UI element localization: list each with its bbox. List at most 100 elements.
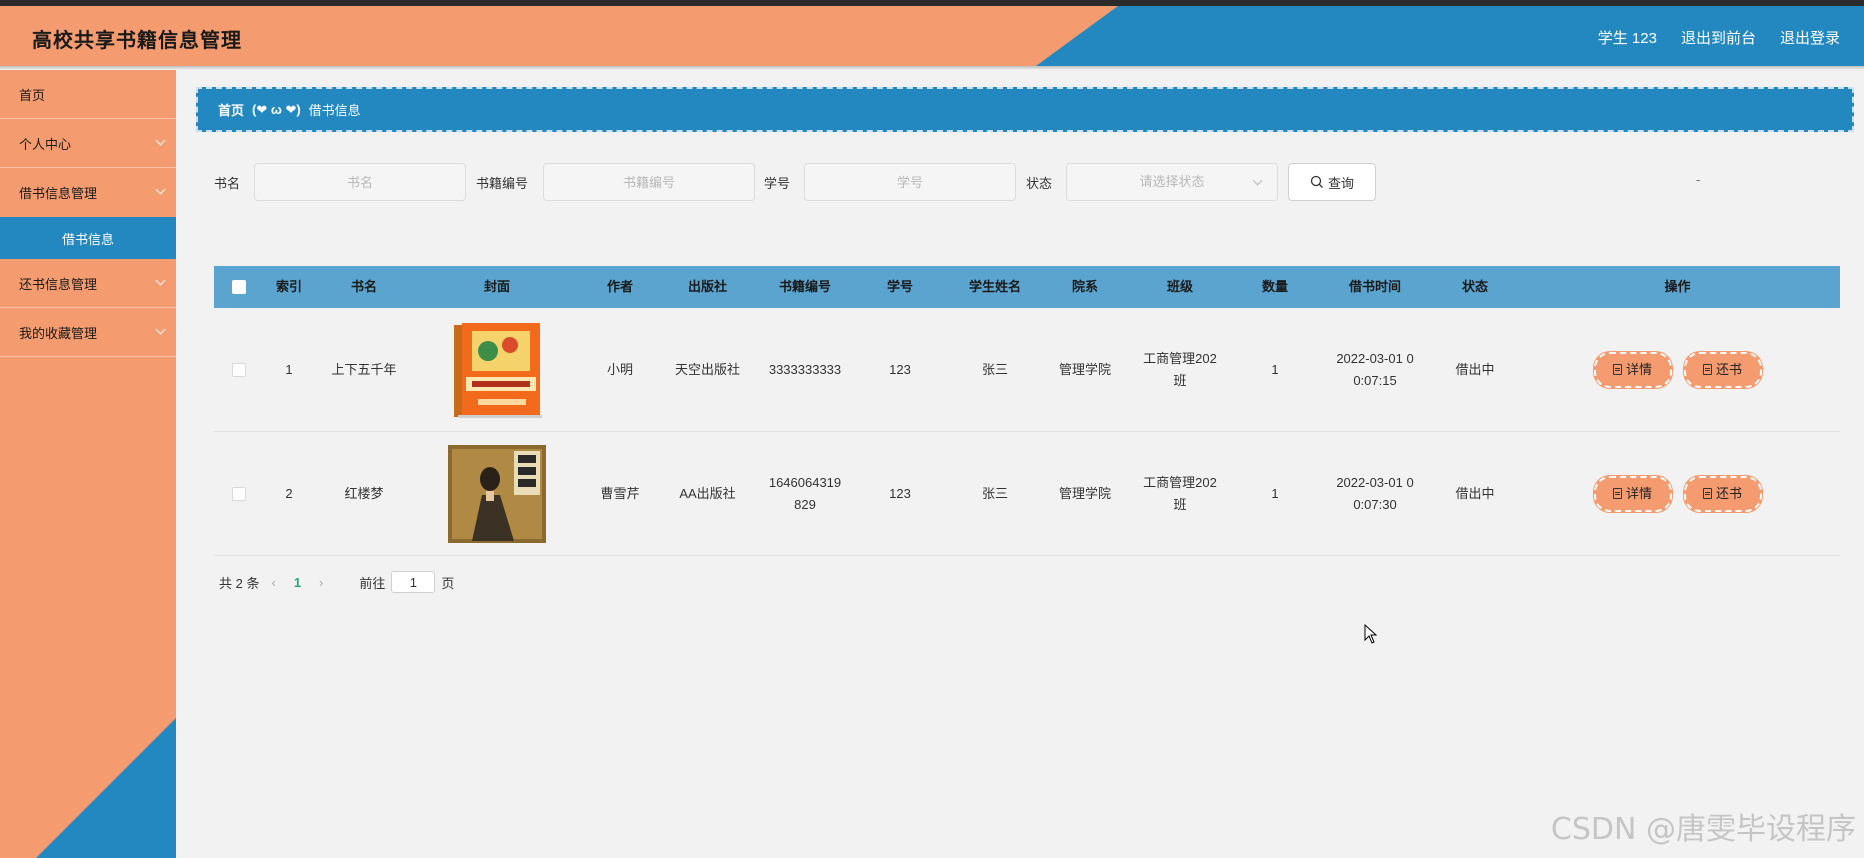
book-no-input[interactable] — [543, 163, 755, 201]
separator-dash: - — [1696, 172, 1701, 187]
sidebar-item-label: 我的收藏管理 — [19, 325, 98, 341]
goto-label: 前往 — [359, 575, 386, 591]
sidebar-item-personal-center[interactable]: 个人中心 — [0, 119, 176, 168]
column-header: 借书时间 — [1348, 279, 1401, 294]
cell-author: 曹雪芹 — [600, 485, 640, 501]
header-actions: 学生 123 退出到前台 退出登录 — [1598, 27, 1840, 48]
breadcrumb-home[interactable]: 首页 — [218, 100, 244, 119]
query-button-label: 查询 — [1327, 175, 1354, 191]
book-no-label: 书籍编号 — [476, 176, 529, 191]
chevron-down-icon — [155, 275, 166, 286]
cell-book-name: 上下五千年 — [331, 361, 397, 377]
document-icon — [1612, 488, 1622, 499]
search-bar: 书名 书籍编号 学号 状态 请选择状态 查询 - — [214, 162, 1854, 202]
document-icon — [1702, 488, 1712, 499]
next-page-icon[interactable]: › — [319, 575, 323, 590]
pagination-total: 共 2 条 — [219, 575, 260, 591]
mouse-cursor-icon — [1364, 624, 1378, 644]
sidebar-item-favorites-management[interactable]: 我的收藏管理 — [0, 308, 176, 357]
sidebar-item-return-management[interactable]: 还书信息管理 — [0, 259, 176, 308]
cell-book-no: 3333333333 — [768, 361, 842, 377]
student-no-input[interactable] — [804, 163, 1016, 201]
chevron-down-icon — [155, 324, 166, 335]
sidebar-item-label: 借书信息管理 — [19, 186, 98, 201]
status-select-placeholder: 请选择状态 — [1139, 174, 1205, 189]
goto-page-input[interactable] — [391, 571, 436, 593]
cell-class: 工商管理202班 — [1143, 474, 1217, 512]
return-button-label: 还书 — [1715, 485, 1742, 501]
cell-status: 借出中 — [1455, 361, 1495, 377]
cell-class: 工商管理202班 — [1143, 350, 1217, 388]
exit-to-front-link[interactable]: 退出到前台 — [1681, 27, 1756, 48]
table-header: 索引 书名 封面 作者 出版社 书籍编号 学号 学生姓名 院系 班级 数量 借书… — [214, 266, 1840, 308]
column-header: 状态 — [1461, 279, 1488, 294]
breadcrumb-separator: (❤ ω ❤) — [252, 101, 301, 117]
app-title: 高校共享书籍信息管理 — [32, 30, 242, 52]
row-checkbox[interactable] — [232, 486, 246, 501]
column-header: 索引 — [275, 279, 302, 294]
header-shadow — [0, 66, 1864, 70]
search-icon — [1310, 175, 1323, 188]
sidebar-decoration — [36, 718, 176, 858]
sidebar-item-label: 借书信息 — [61, 231, 114, 247]
cell-quantity: 1 — [1271, 485, 1279, 501]
sidebar: 首页 个人中心 借书信息管理 借书信息 还书信息管理 我的收藏管理 — [0, 70, 176, 858]
page-suffix: 页 — [441, 575, 455, 591]
watermark: CSDN @唐雯毕设程序 — [1550, 812, 1856, 847]
return-book-button[interactable]: 还书 — [1683, 475, 1762, 512]
chevron-down-icon — [155, 184, 166, 195]
header: 高校共享书籍信息管理 学生 123 退出到前台 退出登录 — [0, 6, 1864, 66]
column-header: 操作 — [1664, 279, 1691, 294]
borrow-table: 索引 书名 封面 作者 出版社 书籍编号 学号 学生姓名 院系 班级 数量 借书… — [214, 266, 1840, 556]
column-header: 学生姓名 — [968, 279, 1021, 294]
column-header: 数量 — [1261, 279, 1288, 294]
detail-button[interactable]: 详情 — [1593, 351, 1672, 388]
cell-department: 管理学院 — [1058, 485, 1111, 501]
document-icon — [1702, 364, 1712, 375]
cell-quantity: 1 — [1271, 361, 1279, 377]
column-header: 出版社 — [687, 279, 727, 294]
table-row: 1 上下五千年 小明 天空出版社 3333333333 123 张三 管理学院 … — [214, 308, 1840, 432]
detail-button-label: 详情 — [1625, 485, 1652, 501]
student-no-label: 学号 — [764, 176, 791, 191]
sidebar-item-label: 还书信息管理 — [19, 276, 98, 292]
sidebar-item-label: 首页 — [19, 87, 46, 103]
detail-button[interactable]: 详情 — [1593, 475, 1672, 512]
breadcrumb-current: 借书信息 — [308, 103, 361, 118]
sidebar-item-home[interactable]: 首页 — [0, 70, 176, 119]
book-name-input[interactable] — [254, 163, 466, 201]
column-header: 作者 — [606, 279, 633, 294]
sidebar-item-borrow-info[interactable]: 借书信息 — [0, 217, 176, 259]
cell-publisher: AA出版社 — [679, 485, 736, 501]
header-orange-band — [0, 6, 1118, 66]
sidebar-item-label: 个人中心 — [19, 136, 72, 152]
query-button[interactable]: 查询 — [1288, 163, 1376, 201]
chevron-down-icon — [155, 135, 166, 146]
current-user[interactable]: 学生 123 — [1598, 27, 1657, 48]
cell-author: 小明 — [606, 361, 633, 377]
page-number[interactable]: 1 — [294, 575, 301, 590]
cell-student-name: 张三 — [981, 361, 1008, 377]
cell-status: 借出中 — [1455, 485, 1495, 501]
chevron-down-icon — [1252, 175, 1263, 186]
table-row: 2 红楼梦 曹雪芹 AA出版社 1646064319829 123 张三 管理学… — [214, 432, 1840, 556]
document-icon — [1612, 364, 1622, 375]
select-all-checkbox[interactable] — [232, 280, 246, 294]
column-header: 书籍编号 — [778, 279, 831, 294]
status-select[interactable]: 请选择状态 — [1066, 163, 1278, 201]
cell-student-no: 123 — [889, 361, 911, 377]
row-checkbox[interactable] — [232, 362, 246, 377]
book-cover-image[interactable] — [448, 444, 546, 543]
cell-publisher: 天空出版社 — [674, 361, 740, 377]
sidebar-item-borrow-management[interactable]: 借书信息管理 — [0, 168, 176, 217]
cell-student-no: 123 — [889, 485, 911, 501]
detail-button-label: 详情 — [1625, 361, 1652, 377]
cell-book-no: 1646064319829 — [768, 474, 842, 512]
prev-page-icon[interactable]: ‹ — [271, 575, 275, 590]
status-label: 状态 — [1026, 176, 1053, 191]
return-button-label: 还书 — [1715, 361, 1742, 377]
book-cover-image[interactable] — [448, 321, 546, 419]
cell-book-name: 红楼梦 — [344, 485, 384, 501]
logout-link[interactable]: 退出登录 — [1780, 27, 1840, 48]
return-book-button[interactable]: 还书 — [1683, 351, 1762, 388]
